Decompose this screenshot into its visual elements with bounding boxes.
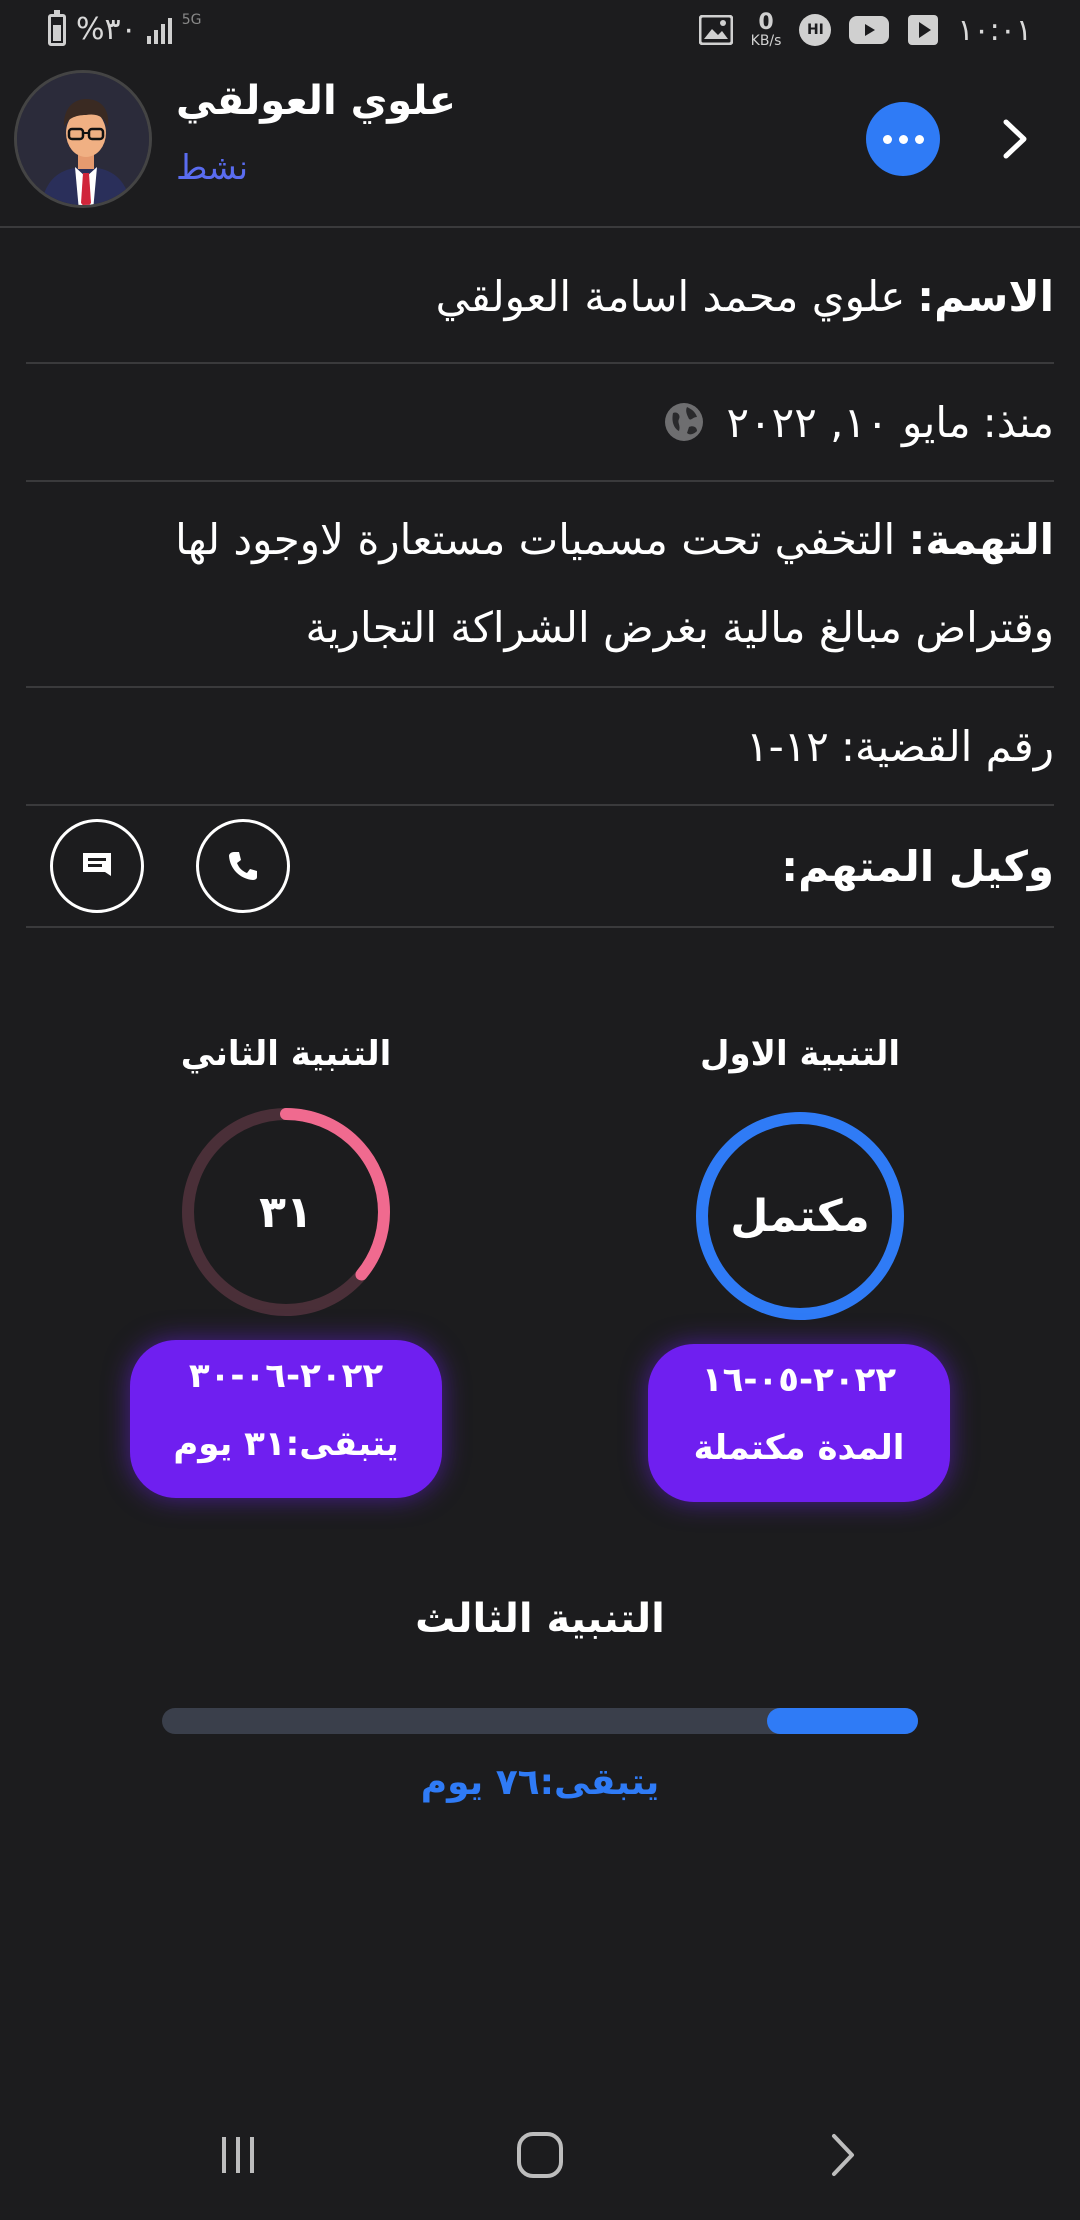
- gallery-icon: [698, 15, 733, 45]
- battery-icon: [48, 9, 66, 46]
- second-ring-text: ٣١: [259, 1186, 313, 1238]
- globe-icon: [664, 403, 703, 441]
- third-warning-remaining: يتبقى:٧٦ يوم: [420, 1762, 660, 1803]
- second-warning-remaining: يتبقى:٣١ يوم: [173, 1424, 399, 1464]
- charge-row: التهمة: التخفي تحت مسميات مستعارة لاوجود…: [26, 482, 1054, 688]
- since-label: منذ:: [982, 397, 1054, 447]
- back-nav-button[interactable]: [802, 2120, 882, 2190]
- play-icon: [908, 15, 939, 45]
- call-agent-button[interactable]: [196, 819, 290, 913]
- chevron-right-icon: [832, 2134, 854, 2176]
- first-ring-text: مكتمل: [730, 1190, 870, 1242]
- screen: %٣٠ 5G 0 KB/s HI ١٠:٠١ علوي العولقي نشط …: [0, 0, 1080, 2220]
- recent-apps-button[interactable]: [198, 2120, 278, 2190]
- contact-name: علوي العولقي: [176, 78, 456, 124]
- avatar[interactable]: [14, 70, 152, 208]
- second-warning-date: ٢٠٢٢-٠٦-٣٠: [188, 1356, 384, 1396]
- charge-label: التهمة:: [908, 515, 1054, 564]
- network-type: 5G: [181, 12, 202, 28]
- more-horizontal-icon: [882, 134, 892, 144]
- info-section: الاسم: علوي محمد اسامة العولقي منذ: مايو…: [26, 230, 1054, 928]
- phone-icon: [229, 852, 257, 880]
- agent-actions: [50, 819, 290, 913]
- more-options-button[interactable]: [866, 102, 940, 176]
- recent-apps-icon: [222, 2137, 254, 2173]
- youtube-icon: [849, 16, 890, 44]
- status-bar: %٣٠ 5G 0 KB/s HI ١٠:٠١: [0, 0, 1080, 62]
- status-left: %٣٠ 5G: [48, 9, 202, 47]
- case-label: رقم القضية:: [840, 721, 1054, 771]
- name-label: الاسم:: [917, 271, 1054, 321]
- first-warning-title: التنبية الاول: [700, 1034, 900, 1074]
- since-value: مايو ١٠, ٢٠٢٢: [726, 397, 971, 447]
- second-warning-title: التنبية الثاني: [180, 1034, 392, 1074]
- second-warning-card: ٢٠٢٢-٠٦-٣٠ يتبقى:٣١ يوم: [130, 1340, 442, 1498]
- name-row: الاسم: علوي محمد اسامة العولقي: [26, 230, 1054, 364]
- signal-icon: [146, 16, 172, 44]
- battery-percent: %٣٠: [76, 12, 137, 47]
- avatar-image: [17, 73, 149, 205]
- chevron-right-icon[interactable]: [990, 114, 1040, 164]
- home-button[interactable]: [500, 2120, 580, 2190]
- third-warning-progress-fill: [766, 1708, 918, 1734]
- case-value: ١٢-١: [746, 721, 829, 771]
- first-warning-card: ٢٠٢٢-٠٥-١٦ المدة مكتملة: [648, 1344, 950, 1502]
- since-row: منذ: مايو ١٠, ٢٠٢٢: [26, 364, 1054, 482]
- home-icon: [517, 2132, 563, 2178]
- first-warning-date: ٢٠٢٢-٠٥-١٦: [701, 1360, 897, 1400]
- agent-label: وكيل المتهم:: [781, 841, 1054, 891]
- net-speed: 0 KB/s: [750, 10, 782, 49]
- case-row: رقم القضية: ١٢-١: [26, 688, 1054, 806]
- chat-header: علوي العولقي نشط: [0, 62, 1080, 228]
- message-agent-button[interactable]: [50, 819, 144, 913]
- message-icon: [83, 853, 111, 876]
- third-warning-progress-track: [162, 1708, 918, 1734]
- first-warning-status: المدة مكتملة: [693, 1428, 905, 1468]
- system-nav-bar: [0, 2090, 1080, 2220]
- contact-status: نشط: [176, 148, 249, 188]
- clock: ١٠:٠١: [957, 12, 1032, 48]
- name-value: علوي محمد اسامة العولقي: [435, 271, 906, 321]
- hi-badge: HI: [799, 14, 832, 46]
- third-warning-title: التنبية الثالث: [415, 1596, 665, 1642]
- status-right: 0 KB/s HI ١٠:٠١: [698, 10, 1032, 49]
- agent-row: وكيل المتهم:: [26, 806, 1054, 928]
